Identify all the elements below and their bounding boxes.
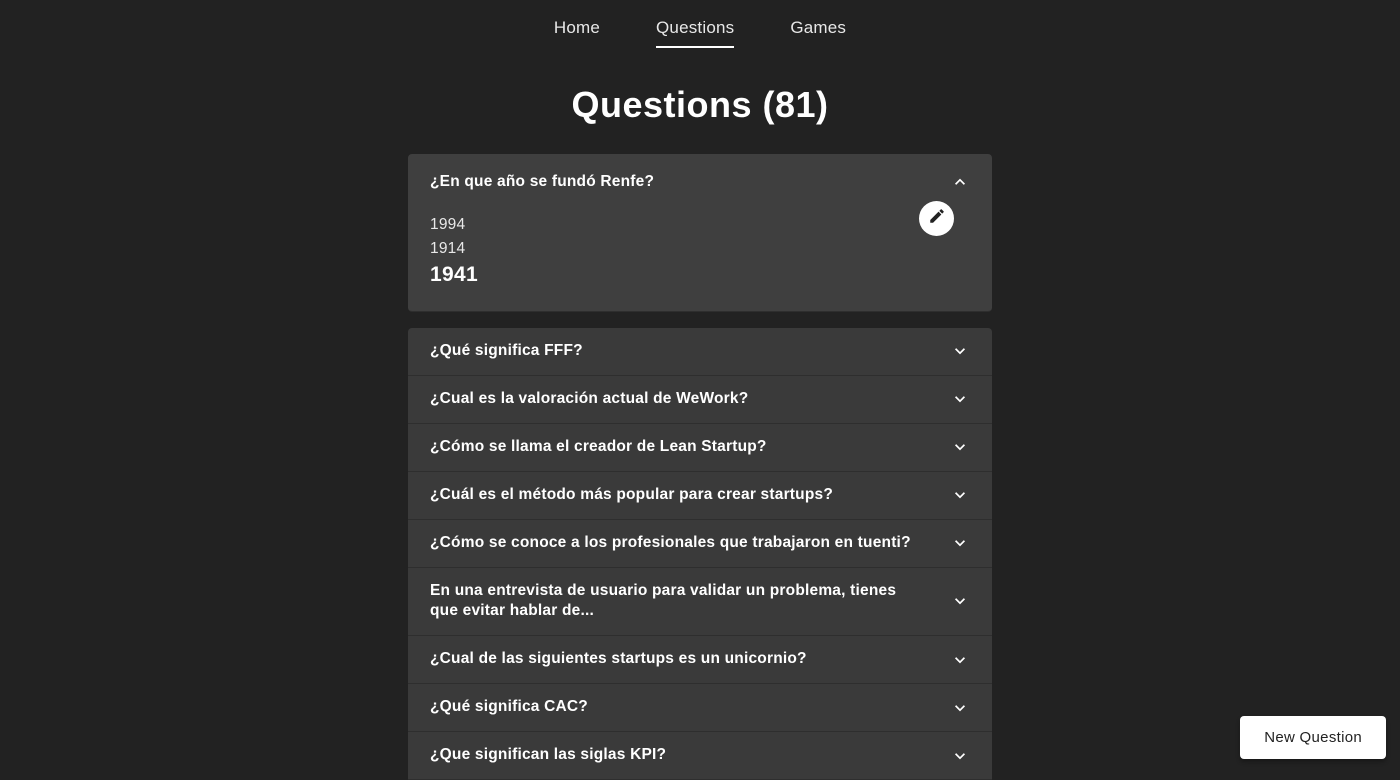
chevron-down-icon: [950, 650, 970, 670]
pencil-icon: [928, 207, 946, 230]
question-text: ¿Cómo se llama el creador de Lean Startu…: [430, 437, 767, 458]
question-card[interactable]: ¿Cual es la valoración actual de WeWork?: [408, 376, 992, 424]
question-card[interactable]: ¿Cuál es el método más popular para crea…: [408, 472, 992, 520]
question-card[interactable]: ¿Qué significa CAC?: [408, 684, 992, 732]
chevron-up-icon: [950, 172, 970, 192]
question-text: ¿Cual de las siguientes startups es un u…: [430, 649, 807, 670]
edit-button[interactable]: [919, 201, 954, 236]
question-card[interactable]: ¿Cómo se llama el creador de Lean Startu…: [408, 424, 992, 472]
question-header[interactable]: ¿En que año se fundó Renfe?: [408, 154, 992, 205]
page-title: Questions (81): [0, 84, 1400, 126]
question-text: ¿En que año se fundó Renfe?: [430, 172, 654, 193]
chevron-down-icon: [950, 698, 970, 718]
questions-list: ¿En que año se fundó Renfe? 1994 1914 19…: [408, 154, 992, 780]
question-text: ¿Qué significa CAC?: [430, 697, 588, 718]
question-header[interactable]: En una entrevista de usuario para valida…: [408, 568, 992, 636]
chevron-down-icon: [950, 485, 970, 505]
chevron-down-icon: [950, 341, 970, 361]
question-card[interactable]: ¿Que significan las siglas KPI?: [408, 732, 992, 780]
chevron-down-icon: [950, 591, 970, 611]
question-card-expanded[interactable]: ¿En que año se fundó Renfe? 1994 1914 19…: [408, 154, 992, 312]
new-question-button[interactable]: New Question: [1240, 716, 1386, 759]
chevron-down-icon: [950, 389, 970, 409]
question-card[interactable]: ¿Qué significa FFF?: [408, 328, 992, 376]
question-text: En una entrevista de usuario para valida…: [430, 581, 925, 623]
chevron-down-icon: [950, 437, 970, 457]
answer-option: 1994: [430, 213, 970, 237]
question-text: ¿Que significan las siglas KPI?: [430, 745, 666, 766]
top-nav: Home Questions Games: [0, 0, 1400, 60]
chevron-down-icon: [950, 746, 970, 766]
question-header[interactable]: ¿Qué significa FFF?: [408, 328, 992, 375]
question-text: ¿Cual es la valoración actual de WeWork?: [430, 389, 748, 410]
question-header[interactable]: ¿Que significan las siglas KPI?: [408, 732, 992, 779]
question-card[interactable]: En una entrevista de usuario para valida…: [408, 568, 992, 637]
nav-games[interactable]: Games: [790, 18, 846, 48]
question-header[interactable]: ¿Qué significa CAC?: [408, 684, 992, 731]
nav-home[interactable]: Home: [554, 18, 600, 48]
answer-option: 1914: [430, 237, 970, 261]
answers-section: 1994 1914 1941: [408, 205, 992, 287]
question-text: ¿Cuál es el método más popular para crea…: [430, 485, 833, 506]
question-card[interactable]: ¿Cómo se conoce a los profesionales que …: [408, 520, 992, 568]
question-header[interactable]: ¿Cuál es el método más popular para crea…: [408, 472, 992, 519]
question-header[interactable]: ¿Cómo se conoce a los profesionales que …: [408, 520, 992, 567]
nav-questions[interactable]: Questions: [656, 18, 734, 48]
answer-correct: 1941: [430, 263, 970, 287]
chevron-down-icon: [950, 533, 970, 553]
question-header[interactable]: ¿Cual de las siguientes startups es un u…: [408, 636, 992, 683]
question-header[interactable]: ¿Cual es la valoración actual de WeWork?: [408, 376, 992, 423]
question-card[interactable]: ¿Cual de las siguientes startups es un u…: [408, 636, 992, 684]
question-text: ¿Qué significa FFF?: [430, 341, 583, 362]
question-header[interactable]: ¿Cómo se llama el creador de Lean Startu…: [408, 424, 992, 471]
question-text: ¿Cómo se conoce a los profesionales que …: [430, 533, 911, 554]
